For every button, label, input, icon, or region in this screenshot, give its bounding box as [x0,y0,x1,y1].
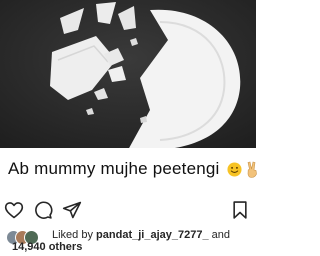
liked-by-prefix: Liked by [52,229,93,241]
liked-by-line: Liked by pandat_ji_ajay_7277_ and [52,229,230,241]
post-actions-bar [0,198,256,222]
comment-icon[interactable] [31,198,55,222]
post-image[interactable] [0,0,256,148]
caption-text: Ab mummy mujhe peetengi [8,159,220,178]
victory-hand-emoji-icon [245,161,260,178]
share-icon[interactable] [60,198,84,222]
smiling-face-emoji-icon [227,161,242,177]
liked-by-and: and [211,229,230,241]
likes-summary: Liked by pandat_ji_ajay_7277_ and 14,940… [6,228,254,256]
liker-username-link[interactable]: pandat_ji_ajay_7277_ [96,229,209,241]
bookmark-icon[interactable] [228,198,252,222]
heart-icon[interactable] [2,198,26,222]
post-caption: Ab mummy mujhe peetengi [8,156,257,182]
others-count-link[interactable]: 14,940 others [12,241,82,253]
